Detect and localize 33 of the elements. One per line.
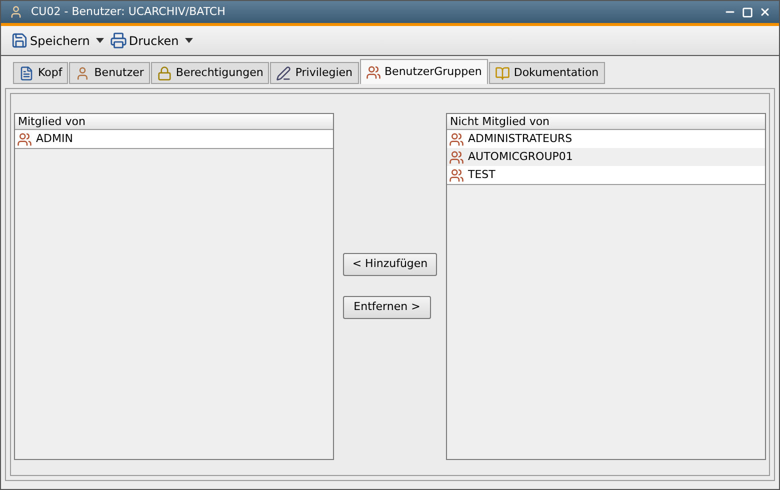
save-icon [11, 32, 28, 49]
list-item[interactable]: ADMINISTRATEURS [447, 130, 765, 148]
remove-button[interactable]: Entfernen > [343, 296, 431, 319]
users-icon [449, 168, 464, 182]
caret-icon[interactable] [184, 38, 193, 43]
close-icon[interactable] [759, 6, 771, 18]
lock-icon [156, 66, 172, 80]
book-icon [494, 66, 510, 80]
tab[interactable]: Berechtigungen [150, 62, 270, 84]
tab[interactable]: BenutzerGruppen [360, 59, 488, 84]
column-header: Nicht Mitglied von [447, 114, 765, 130]
users-icon [449, 132, 464, 146]
tab[interactable]: Dokumentation [488, 62, 605, 84]
tab[interactable]: Privilegien [270, 62, 358, 84]
user-icon [9, 5, 23, 19]
user-icon [75, 66, 90, 80]
users-icon [449, 150, 464, 164]
users-icon [366, 64, 380, 80]
window-title: CU02 - Benutzer: UCARCHIV/BATCH [31, 4, 226, 20]
caret-icon[interactable] [96, 38, 104, 43]
toolbar-button[interactable]: Drucken [110, 32, 179, 50]
column-header: Mitglied von [15, 114, 333, 130]
list-item[interactable]: TEST [447, 166, 765, 184]
pencil-icon [276, 66, 292, 80]
maximize-icon[interactable] [742, 6, 753, 18]
toolbar-button[interactable]: Speichern [11, 32, 90, 50]
document-icon [19, 66, 34, 80]
tab[interactable]: Kopf [13, 62, 68, 84]
list-item[interactable]: ADMIN [15, 130, 333, 148]
add-button[interactable]: < Hinzufügen [343, 253, 437, 276]
users-icon [17, 132, 32, 146]
tab[interactable]: Benutzer [69, 62, 150, 84]
printer-icon [110, 32, 127, 49]
